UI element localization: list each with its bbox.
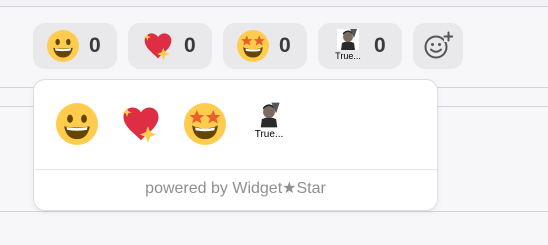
avatar-caption: True...	[335, 51, 361, 61]
add-emoji-icon	[424, 31, 453, 59]
reaction-count: 0	[279, 34, 291, 57]
picker-starstruck-option[interactable]	[184, 102, 226, 146]
star-struck-icon	[184, 103, 226, 145]
emoji-picker-list: True...	[56, 102, 290, 146]
grinning-face-icon	[56, 103, 98, 145]
reaction-custom-button[interactable]: True... 0	[318, 23, 402, 69]
panel-divider	[34, 169, 437, 170]
custom-avatar-icon: True...	[332, 29, 364, 63]
grinning-face-icon	[47, 30, 79, 62]
sparkling-heart-icon	[122, 107, 159, 143]
picker-heart-option[interactable]	[120, 102, 162, 146]
reaction-grinning-button[interactable]: 0	[33, 23, 117, 69]
picker-custom-option[interactable]: True...	[248, 102, 290, 146]
avatar-caption: True...	[254, 129, 284, 140]
star-struck-icon	[237, 30, 269, 62]
custom-avatar-icon: True...	[249, 102, 289, 146]
reaction-picker-panel: True... powered by Widget★Star	[33, 79, 438, 211]
powered-by-text: powered by Widget★Star	[145, 180, 326, 197]
divider-line	[0, 211, 548, 212]
reaction-heart-button[interactable]: 0	[128, 23, 212, 69]
picker-grinning-option[interactable]	[56, 102, 98, 146]
add-reaction-button[interactable]	[413, 23, 463, 69]
sparkling-heart-icon	[143, 33, 172, 61]
reaction-count: 0	[184, 34, 196, 57]
reaction-starstruck-button[interactable]: 0	[223, 23, 307, 69]
divider-line	[0, 6, 548, 7]
reaction-count: 0	[89, 34, 101, 57]
reaction-count: 0	[374, 34, 386, 57]
reaction-bar: 0 0 0 True... 0	[33, 23, 463, 69]
